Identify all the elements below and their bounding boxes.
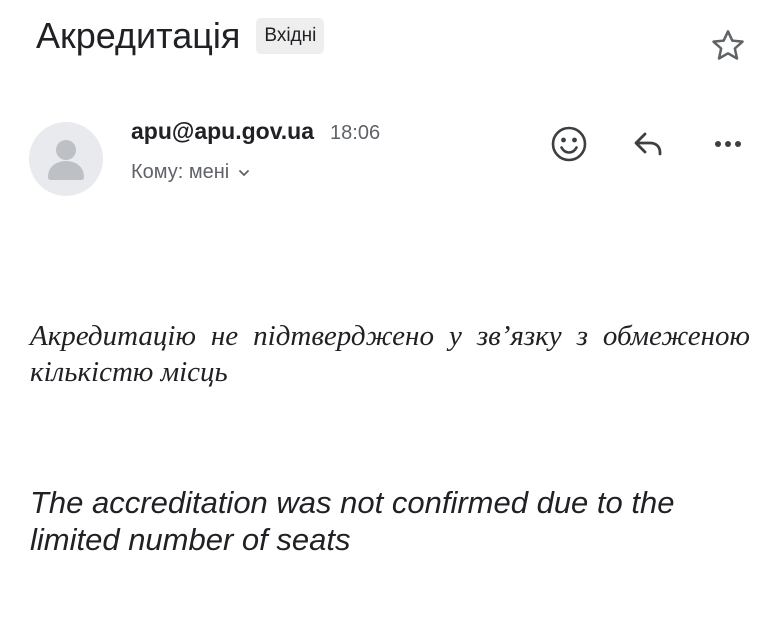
message-body-ukrainian: Акредитацію не підтверджено у зв’язку з … bbox=[30, 320, 750, 388]
recipient-toggle[interactable]: Кому: мені bbox=[131, 161, 380, 184]
sender-email[interactable]: apu@apu.gov.ua bbox=[131, 118, 314, 145]
inbox-label-badge[interactable]: Вхідні bbox=[256, 18, 325, 54]
message-body-english: The accreditation was not confirmed due … bbox=[30, 485, 675, 557]
add-reaction-button[interactable] bbox=[547, 122, 591, 166]
sender-avatar[interactable] bbox=[29, 122, 103, 196]
more-options-button[interactable] bbox=[706, 122, 750, 166]
star-icon[interactable] bbox=[708, 26, 748, 66]
person-icon bbox=[48, 140, 84, 180]
subject-row: Акредитація Вхідні bbox=[36, 14, 325, 58]
more-horizontal-icon bbox=[715, 141, 741, 147]
recipient-label: Кому: мені bbox=[131, 161, 230, 183]
sender-line: apu@apu.gov.ua 18:06 bbox=[131, 118, 380, 145]
sender-block: apu@apu.gov.ua 18:06 Кому: мені bbox=[131, 118, 380, 184]
reply-arrow-icon bbox=[634, 132, 662, 156]
message-time: 18:06 bbox=[330, 122, 381, 144]
smiley-icon bbox=[551, 126, 587, 162]
reply-button[interactable] bbox=[627, 122, 671, 166]
email-subject: Акредитація bbox=[36, 15, 241, 56]
chevron-down-icon bbox=[239, 169, 250, 176]
